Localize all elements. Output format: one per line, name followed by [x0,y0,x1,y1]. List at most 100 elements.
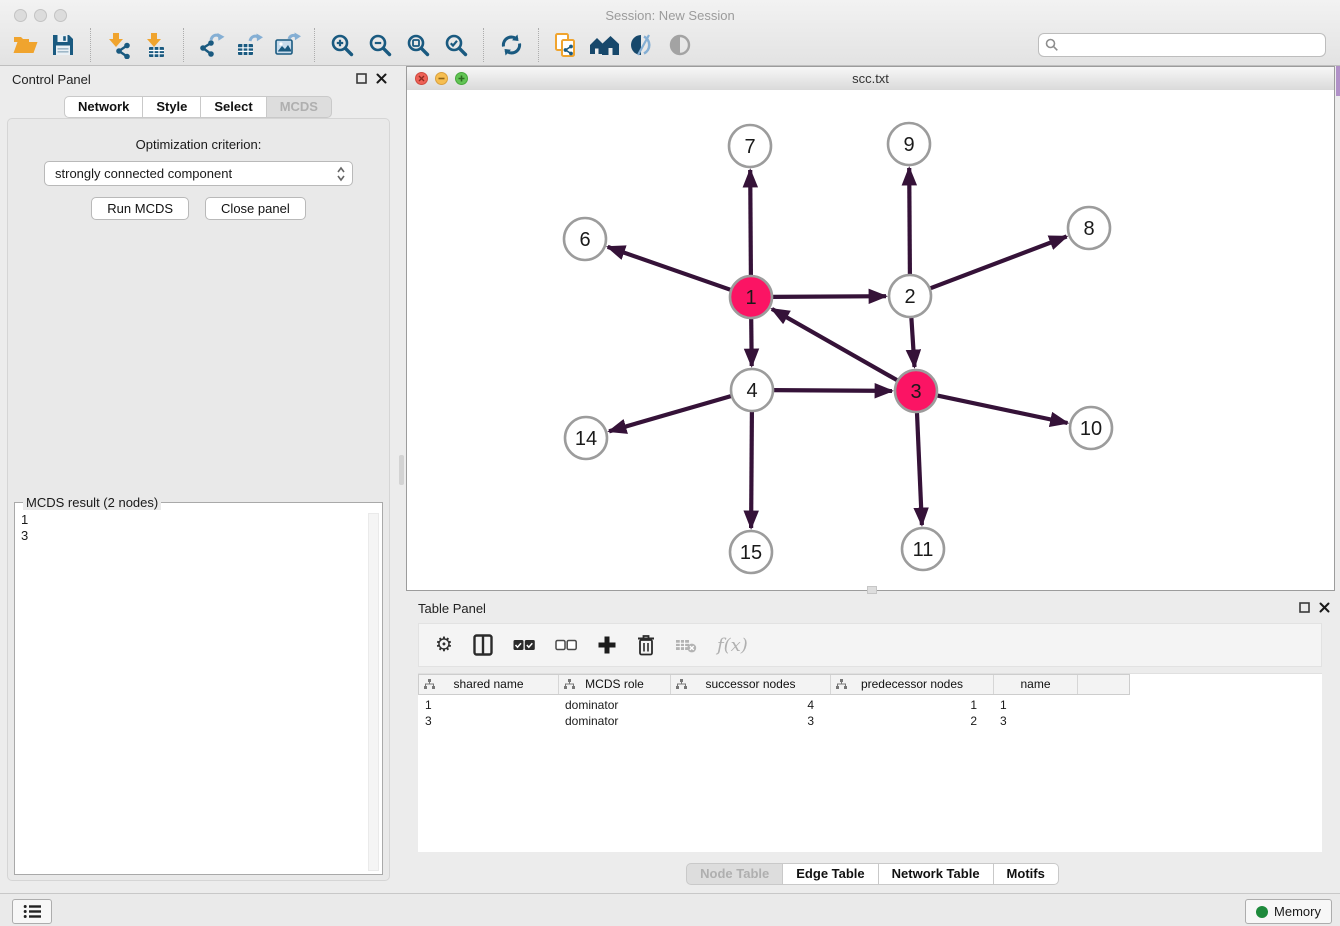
network-frame-titlebar[interactable]: scc.txt [407,67,1334,91]
memory-button[interactable]: Memory [1245,899,1332,924]
graph-edge-1-6[interactable] [608,247,731,290]
table-cell[interactable]: 4 [670,698,830,712]
splitter-handle[interactable] [399,455,404,485]
tab-edge-table[interactable]: Edge Table [782,863,878,885]
graph-edge-3-10[interactable] [938,396,1068,423]
tab-motifs[interactable]: Motifs [993,863,1059,885]
table-cell[interactable]: 3 [418,714,558,728]
zoom-out-button[interactable] [361,26,399,64]
run-mcds-button[interactable]: Run MCDS [91,197,189,220]
graph-edge-2-3[interactable] [911,318,914,367]
apply-layout-button[interactable] [492,26,530,64]
zoom-selected-button[interactable] [437,26,475,64]
graph-node-label-1: 1 [745,287,756,309]
graph-edge-3-11[interactable] [917,413,922,525]
function-builder-icon: f(x) [717,635,748,656]
network-graph: 7968124314101511 [407,90,1334,590]
graph-node-label-3: 3 [910,381,921,403]
export-image-button[interactable] [268,26,306,64]
table-cell[interactable]: dominator [558,714,670,728]
save-session-button[interactable] [44,26,82,64]
create-column-icon[interactable] [597,635,617,655]
hierarchy-icon [564,679,575,689]
export-network-button[interactable] [192,26,230,64]
graph-edge-1-2[interactable] [773,296,886,297]
graph-edge-4-15[interactable] [751,412,752,528]
column-header-name[interactable]: name [994,675,1078,694]
float-panel-icon[interactable] [1299,602,1310,613]
close-panel-button[interactable]: Close panel [205,197,306,220]
table-header-row: shared name MCDS rolesuccessor nodesprede… [418,674,1130,695]
show-columns-icon[interactable] [473,634,493,656]
tab-node-table[interactable]: Node Table [686,863,783,885]
memory-status-dot [1256,906,1268,918]
app-window: { "window": { "title": "Session: New Ses… [0,0,1340,926]
graph-node-label-9: 9 [903,134,914,156]
column-header-successor-nodes[interactable]: successor nodes [671,675,831,694]
mcds-result-box: MCDS result (2 nodes) 1 3 [14,495,383,875]
table-panel-header: Table Panel [406,595,1340,625]
graph-node-label-4: 4 [746,380,757,402]
tab-select[interactable]: Select [200,96,266,118]
graph-edge-1-7[interactable] [750,170,751,275]
graph-edge-3-1[interactable] [772,309,897,380]
table-cell[interactable]: 1 [418,698,558,712]
table-cell[interactable]: dominator [558,698,670,712]
birds-eye-view-icon[interactable] [661,26,699,64]
hierarchy-icon [676,679,687,689]
deselect-all-columns-icon[interactable] [555,639,577,651]
graph-edge-1-4[interactable] [751,319,752,366]
toolbar-separator [90,28,91,62]
column-header-label: shared name [453,677,523,691]
graph-node-label-2: 2 [904,286,915,308]
import-network-button[interactable] [99,26,137,64]
graph-edge-4-3[interactable] [774,390,892,391]
graph-edge-4-14[interactable] [609,396,731,431]
column-header-MCDS-role[interactable]: MCDS role [559,675,671,694]
clone-network-button[interactable] [547,26,585,64]
column-header-predecessor-nodes[interactable]: predecessor nodes [831,675,994,694]
control-panel-title: Control Panel [12,72,91,87]
export-table-button[interactable] [230,26,268,64]
toolbar-separator [538,28,539,62]
graph-node-label-8: 8 [1083,218,1094,240]
delete-column-trash-icon[interactable] [637,634,655,656]
open-session-button[interactable] [6,26,44,64]
float-panel-icon[interactable] [356,73,367,84]
close-panel-icon[interactable] [376,73,387,84]
table-row[interactable]: 1dominator411 [418,697,1322,713]
table-row[interactable]: 3dominator323 [418,713,1322,729]
table-cell[interactable]: 3 [993,714,1077,728]
table-options-gear-icon[interactable]: ⚙ [435,635,453,655]
graph-edge-2-8[interactable] [931,237,1067,289]
select-all-columns-icon[interactable] [513,639,535,651]
import-table-button[interactable] [137,26,175,64]
show-graphics-details-icon[interactable] [623,26,661,64]
tab-network-table[interactable]: Network Table [878,863,994,885]
table-cell[interactable]: 1 [830,698,993,712]
optimization-criterion-select[interactable]: strongly connected component [44,161,353,186]
mcds-result-line: 1 [21,512,376,528]
graph-edge-2-9[interactable] [909,168,910,274]
vertical-splitter[interactable] [397,66,406,893]
houses-icon[interactable] [585,26,623,64]
network-frame: scc.txt 7968124314101511 [406,66,1335,591]
tab-mcds[interactable]: MCDS [266,96,332,118]
search-field-wrap [1038,33,1326,57]
tab-network[interactable]: Network [64,96,143,118]
task-history-button[interactable] [12,899,52,924]
table-cell[interactable]: 2 [830,714,993,728]
node-table: shared name MCDS rolesuccessor nodesprede… [418,673,1322,852]
table-cell[interactable]: 3 [670,714,830,728]
tab-style[interactable]: Style [142,96,201,118]
table-cell[interactable]: 1 [993,698,1077,712]
network-canvas[interactable]: 7968124314101511 [407,90,1334,590]
close-panel-icon[interactable] [1319,602,1330,613]
graph-node-label-11: 11 [913,539,934,561]
zoom-fit-button[interactable] [399,26,437,64]
horizontal-splitter-handle[interactable] [867,586,877,594]
search-input[interactable] [1038,33,1326,57]
column-header-shared-name[interactable]: shared name [419,675,559,694]
zoom-in-button[interactable] [323,26,361,64]
result-scrollbar[interactable] [368,513,379,871]
